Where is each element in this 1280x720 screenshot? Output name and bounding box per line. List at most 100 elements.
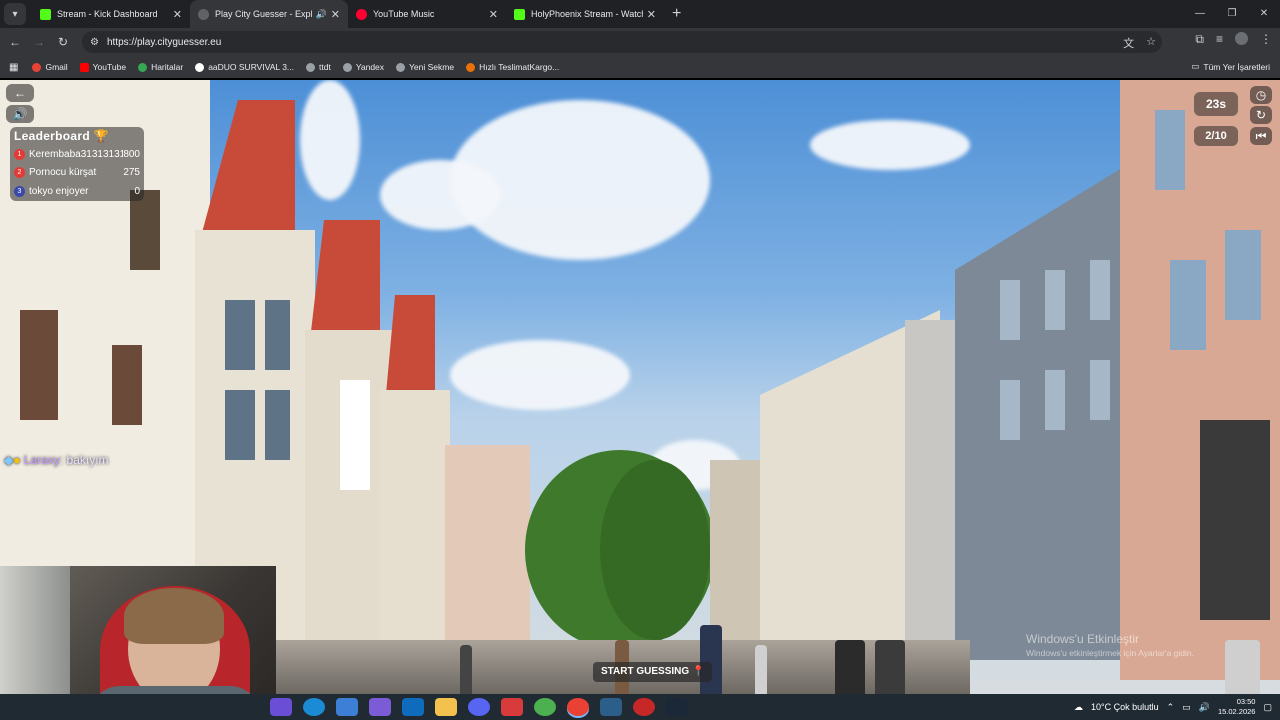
- window: [225, 300, 255, 370]
- media-icon[interactable]: ≡: [1216, 32, 1223, 47]
- building-roof-2: [310, 220, 380, 340]
- weather-text[interactable]: 10°C Çok bulutlu: [1091, 702, 1159, 712]
- sound-toggle-button[interactable]: 🔊: [6, 105, 34, 123]
- window: [112, 345, 142, 425]
- window-controls: — ❐ ✕: [1184, 0, 1280, 28]
- bookmark-label: Hızlı TeslimatKargo...: [479, 62, 560, 72]
- pedestrian: [755, 645, 767, 694]
- apps-grid-icon[interactable]: ▦: [9, 62, 18, 73]
- close-icon[interactable]: ✕: [647, 8, 656, 21]
- chat-username: Laraxy: [23, 453, 60, 467]
- speaker-icon[interactable]: 🔊: [316, 9, 327, 20]
- skip-back-button[interactable]: ⏮: [1250, 127, 1272, 145]
- rank-badge: 2: [14, 167, 25, 179]
- rank-badge: 1: [14, 148, 25, 160]
- outlook-icon[interactable]: [402, 698, 424, 716]
- new-tab-button[interactable]: +: [672, 5, 681, 23]
- back-icon[interactable]: ←: [3, 35, 27, 49]
- globe-icon: [306, 62, 316, 72]
- compass-button[interactable]: ◷: [1250, 86, 1272, 104]
- map-pin-icon: 📍: [691, 666, 705, 677]
- bookmark-ttdt[interactable]: ttdt: [306, 62, 331, 72]
- tab-kick-dashboard[interactable]: Stream - Kick Dashboard ✕: [32, 0, 190, 28]
- bookmark-kargo[interactable]: Hızlı TeslimatKargo...: [466, 62, 559, 72]
- edge-icon[interactable]: [303, 698, 325, 716]
- bookmark-star-icon[interactable]: ☆: [1146, 35, 1156, 51]
- volume-icon[interactable]: 🔊: [1199, 702, 1210, 713]
- pedestrian: [1225, 640, 1260, 694]
- url-text: https://play.cityguesser.eu: [106, 36, 222, 48]
- bookmark-maps[interactable]: Haritalar: [138, 62, 183, 72]
- watermark-title: Windows'u Etkinleştir: [1026, 632, 1139, 646]
- maximize-icon[interactable]: ❐: [1216, 0, 1248, 28]
- cloud: [810, 120, 970, 170]
- bookmark-gmail[interactable]: Gmail: [32, 62, 68, 72]
- timer-display: 23s: [1194, 92, 1238, 116]
- window: [1045, 370, 1065, 430]
- window: [1000, 380, 1020, 440]
- bookmark-yandex[interactable]: Yandex: [342, 62, 385, 72]
- tab-cityguesser[interactable]: Play City Guesser - Explore 🔊 ✕: [190, 0, 348, 28]
- window: [1000, 280, 1020, 340]
- cloud-icon: ☁: [1074, 701, 1084, 712]
- file-explorer-icon[interactable]: [435, 698, 457, 716]
- tab-label: Stream - Kick Dashboard: [57, 9, 158, 19]
- building-facade-3: [380, 390, 450, 640]
- translate-icon[interactable]: 文: [1123, 35, 1134, 51]
- bookmark-aaduo[interactable]: aaDUO SURVIVAL 3...: [195, 62, 294, 72]
- close-icon[interactable]: ✕: [331, 8, 340, 21]
- system-tray: ☁ 10°C Çok bulutlu ⌃ ▭ 🔊 03:50 15.02.202…: [1074, 694, 1272, 720]
- close-window-icon[interactable]: ✕: [1248, 0, 1280, 28]
- window: [1045, 270, 1065, 330]
- folder-icon: ▭: [1191, 61, 1200, 71]
- office-icon[interactable]: [501, 698, 523, 716]
- start-guessing-button[interactable]: START GUESSING 📍: [593, 662, 713, 682]
- tree: [600, 460, 710, 640]
- kick-icon: [514, 8, 525, 20]
- notification-icon[interactable]: ▢: [1263, 702, 1272, 713]
- bookmark-label: Gmail: [45, 62, 68, 72]
- cloud: [450, 340, 630, 410]
- globe-icon: [198, 8, 209, 20]
- close-icon[interactable]: ✕: [489, 8, 498, 21]
- return-to-start-button[interactable]: ↻: [1250, 106, 1272, 124]
- profile-avatar[interactable]: [1235, 32, 1248, 45]
- network-icon[interactable]: ▭: [1182, 702, 1191, 713]
- leaderboard-row: 2 Pornocu kürşat 275: [14, 164, 140, 183]
- bookmark-label: aaDUO SURVIVAL 3...: [208, 62, 295, 72]
- close-icon[interactable]: ✕: [173, 8, 182, 21]
- clock[interactable]: 03:50 15.02.2026: [1218, 697, 1256, 717]
- reload-icon: ↻: [1255, 108, 1267, 122]
- chevron-up-icon[interactable]: ⌃: [1167, 702, 1175, 713]
- leaderboard-row: 3 tokyo enjoyer 0: [14, 182, 140, 201]
- kick-icon: [40, 8, 51, 20]
- kargo-icon: [466, 62, 476, 72]
- tab-youtube-music[interactable]: YouTube Music ✕: [348, 0, 506, 28]
- chrome-icon[interactable]: [534, 698, 556, 716]
- tab-search-button[interactable]: ▾: [4, 3, 26, 25]
- bookmark-youtube[interactable]: YouTube: [79, 62, 126, 72]
- recorder-icon[interactable]: [633, 698, 655, 716]
- store-icon[interactable]: [336, 698, 358, 716]
- all-bookmarks[interactable]: ▭ Tüm Yer İşaretleri: [1191, 61, 1270, 72]
- back-button[interactable]: ←: [6, 84, 34, 102]
- start-menu-icon[interactable]: [270, 698, 292, 716]
- vpn-icon[interactable]: [600, 698, 622, 716]
- pedestrian: [835, 640, 865, 694]
- tab-holyphoenix[interactable]: HolyPhoenix Stream - Watch Li ✕: [506, 0, 664, 28]
- chrome-active-icon[interactable]: [567, 698, 589, 716]
- bookmark-label: Yandex: [355, 62, 385, 72]
- reload-icon[interactable]: ↻: [51, 35, 75, 49]
- menu-icon[interactable]: ⋮: [1260, 32, 1272, 47]
- site-info-icon[interactable]: ⚙: [90, 37, 99, 48]
- bookmark-new-tab[interactable]: Yeni Sekme: [396, 62, 454, 72]
- minimize-icon[interactable]: —: [1184, 0, 1216, 28]
- leaderboard: Leaderboard 🏆 1 Kerembaba3131313131 800 …: [10, 127, 144, 201]
- discord-icon[interactable]: [468, 698, 490, 716]
- forward-icon[interactable]: →: [27, 35, 51, 49]
- steam-icon[interactable]: [666, 698, 688, 716]
- copilot-icon[interactable]: [369, 698, 391, 716]
- extensions-icon[interactable]: ⧉: [1195, 32, 1204, 47]
- address-bar[interactable]: ⚙ https://play.cityguesser.eu 文 ☆: [82, 31, 1162, 53]
- speaker-icon: 🔊: [12, 107, 28, 121]
